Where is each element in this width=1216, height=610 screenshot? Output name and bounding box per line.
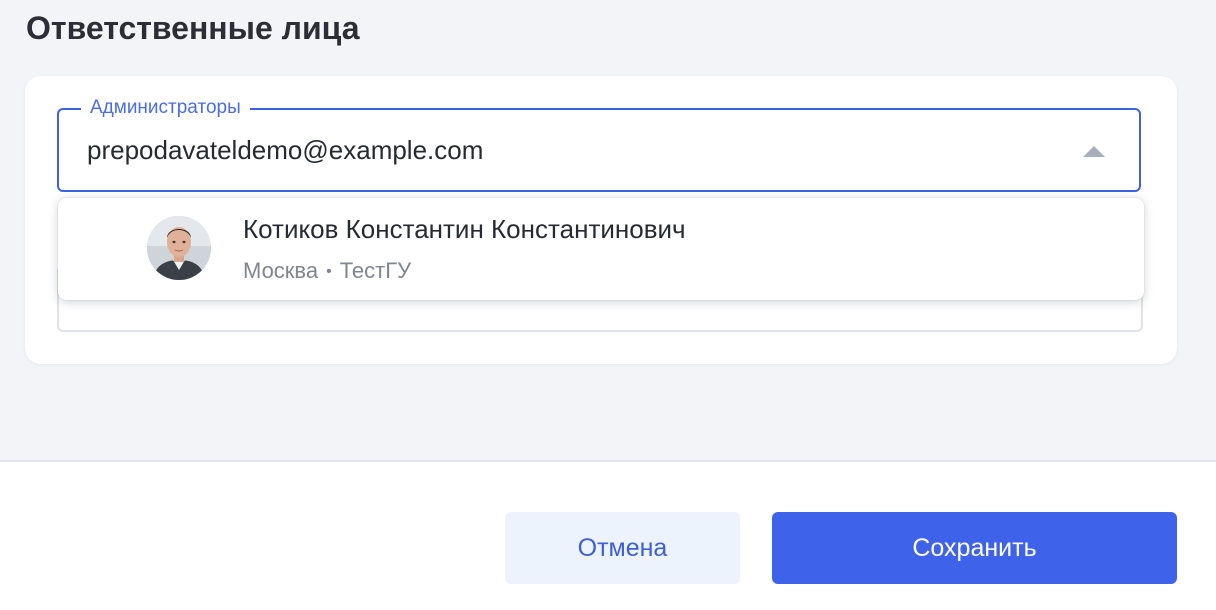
- cancel-button[interactable]: Отмена: [505, 512, 740, 584]
- option-user-name: Котиков Константин Константинович: [243, 214, 686, 244]
- administrators-field[interactable]: Администраторы: [57, 97, 1141, 192]
- user-avatar: [147, 216, 211, 280]
- autocomplete-dropdown: Котиков Константин Константинович Москва…: [58, 198, 1144, 300]
- caret-up-icon[interactable]: [1083, 146, 1105, 157]
- section-title: Ответственные лица: [26, 10, 360, 46]
- form-footer: Отмена Сохранить: [0, 460, 1216, 610]
- administrators-input[interactable]: [87, 132, 1047, 168]
- dropdown-option-user[interactable]: Котиков Константин Константинович Москва…: [58, 198, 1144, 300]
- separator-dot: •: [326, 263, 332, 280]
- option-organization: ТестГУ: [339, 258, 412, 283]
- option-city: Москва: [243, 258, 319, 283]
- administrators-field-label: Администраторы: [81, 97, 250, 119]
- save-button[interactable]: Сохранить: [772, 512, 1177, 584]
- option-user-meta: Москва • ТестГУ: [243, 258, 411, 284]
